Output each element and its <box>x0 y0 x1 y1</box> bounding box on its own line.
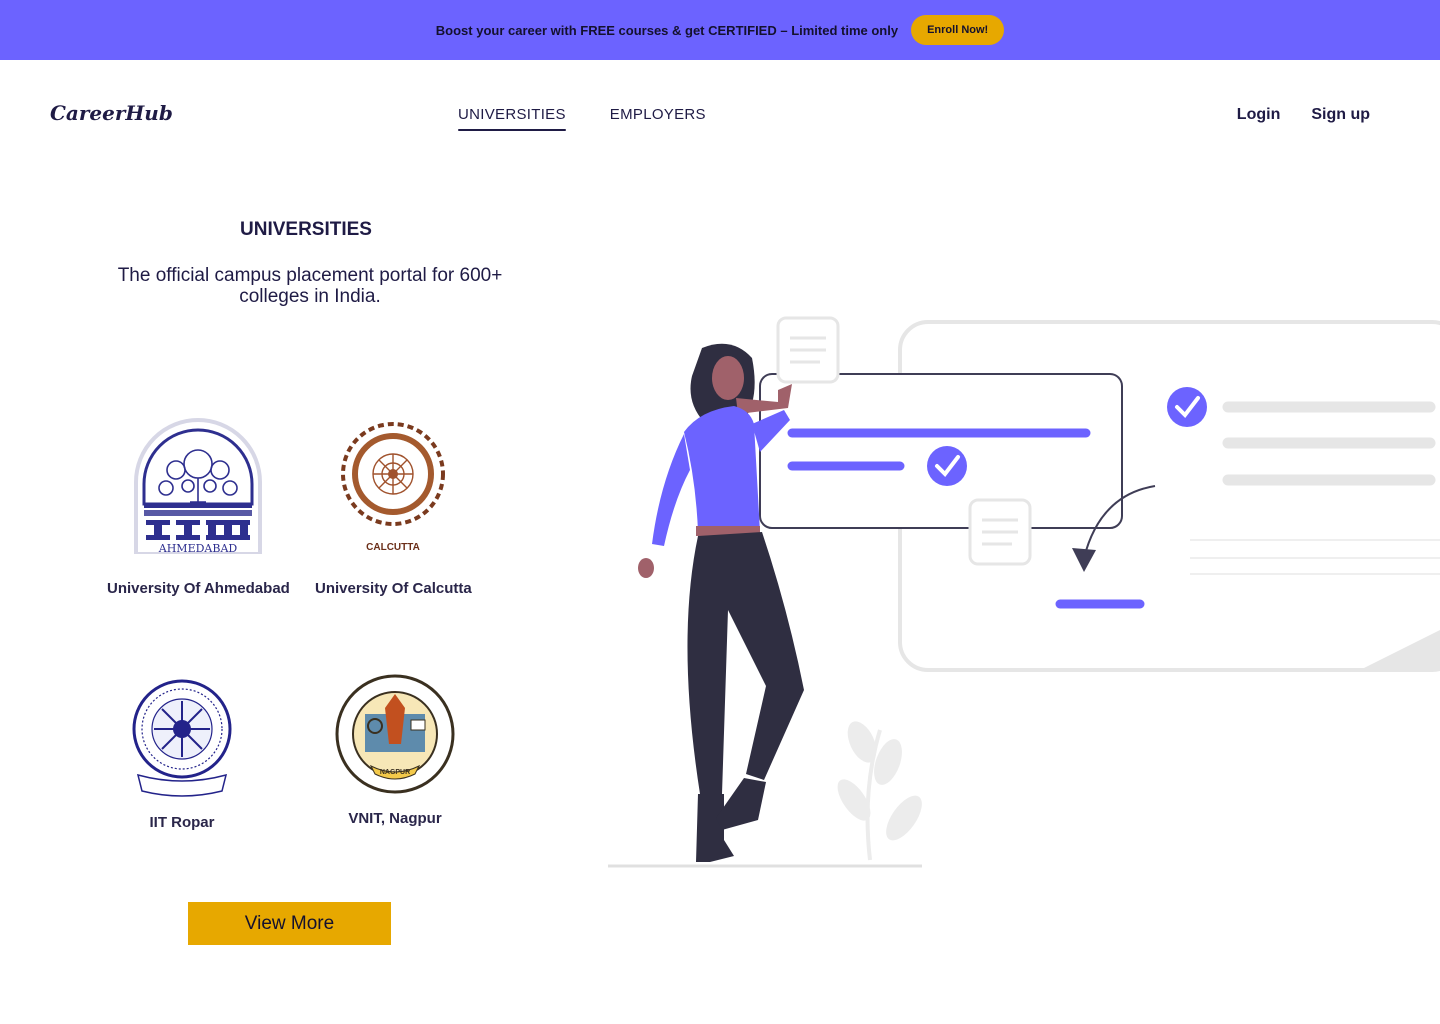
document-icon <box>776 316 840 384</box>
person-illustration <box>638 343 804 862</box>
iim-ahmedabad-logo-text: AHMEDABAD <box>158 542 238 554</box>
university-name: University Of Calcutta <box>315 580 472 597</box>
main-nav: UNIVERSITIES EMPLOYERS <box>458 106 706 131</box>
iim-calcutta-logo: CALCUTTA <box>318 412 468 554</box>
university-card[interactable]: IIT Ropar <box>107 668 257 831</box>
enroll-now-button[interactable]: Enroll Now! <box>911 15 1005 45</box>
brand-logo[interactable]: CareerHub <box>50 101 173 125</box>
university-card[interactable]: NAGPUR VNIT, Nagpur <box>320 668 470 827</box>
hero-illustration <box>608 316 1440 868</box>
promo-banner: Boost your career with FREE courses & ge… <box>0 0 1440 60</box>
promo-text: Boost your career with FREE courses & ge… <box>435 22 899 38</box>
login-link[interactable]: Login <box>1237 106 1281 124</box>
iim-ahmedabad-logo: AHMEDABAD <box>123 412 273 554</box>
university-name: IIT Ropar <box>149 814 215 831</box>
plant-icon <box>837 721 922 861</box>
university-name: University Of Ahmedabad <box>107 580 290 597</box>
section-subtitle: The official campus placement portal for… <box>117 265 503 307</box>
nav-universities[interactable]: UNIVERSITIES <box>458 106 566 131</box>
vnit-nagpur-logo: NAGPUR <box>320 668 470 810</box>
view-more-button[interactable]: View More <box>188 902 391 945</box>
svg-text:NAGPUR: NAGPUR <box>380 769 410 776</box>
auth-links: Login Sign up <box>1237 106 1370 124</box>
nav-employers[interactable]: EMPLOYERS <box>610 106 706 131</box>
university-name: VNIT, Nagpur <box>348 810 442 827</box>
university-card[interactable]: AHMEDABAD University Of Ahmedabad <box>107 412 290 597</box>
check-icon <box>927 446 967 486</box>
svg-text:CALCUTTA: CALCUTTA <box>367 542 421 553</box>
iit-ropar-logo <box>107 668 257 810</box>
university-card[interactable]: CALCUTTA University Of Calcutta <box>315 412 472 597</box>
document-icon <box>968 498 1032 566</box>
section-title: UNIVERSITIES <box>240 219 372 240</box>
check-icon <box>1167 387 1207 427</box>
signup-link[interactable]: Sign up <box>1311 106 1370 124</box>
